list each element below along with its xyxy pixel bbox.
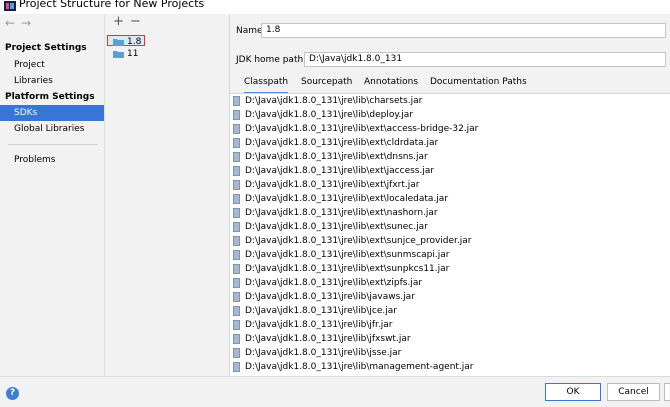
sdk-detail-panel: Name: 1.8 JDK home path: D:\Java\jdk1.8.… [229, 14, 670, 377]
nav-item-global-libraries[interactable]: Global Libraries [0, 121, 104, 137]
title-bar: Project Structure for New Projects [0, 0, 670, 14]
jar-icon [233, 277, 240, 288]
window-title: Project Structure for New Projects [19, 0, 205, 10]
classpath-list[interactable]: D:\Java\jdk1.8.0_131\jre\lib\charsets.ja… [230, 93, 670, 377]
jar-icon [233, 137, 240, 148]
list-item[interactable]: D:\Java\jdk1.8.0_131\jre\lib\ext\localed… [233, 192, 448, 207]
jar-icon [233, 319, 240, 330]
section-project-settings: Project Settings [5, 43, 87, 53]
jdk-home-path-field[interactable]: D:\Java\jdk1.8.0_131 [304, 52, 666, 67]
sdk-item-11[interactable]: 11 [107, 48, 225, 60]
list-item[interactable]: D:\Java\jdk1.8.0_131\jre\lib\deploy.jar [233, 108, 413, 123]
list-item[interactable]: D:\Java\jdk1.8.0_131\jre\lib\charsets.ja… [233, 94, 422, 109]
jar-icon [233, 193, 240, 204]
nav-arrows: ←→ [5, 16, 37, 30]
jar-icon [233, 249, 240, 260]
back-arrow-icon[interactable]: ← [5, 16, 21, 30]
remove-sdk-button[interactable]: − [130, 15, 141, 29]
jdk-home-path-label: JDK home path: [236, 55, 307, 65]
list-item[interactable]: D:\Java\jdk1.8.0_131\jre\lib\jsse.jar [233, 346, 401, 361]
jar-icon [233, 235, 240, 246]
tab-documentation-paths[interactable]: Documentation Paths [430, 74, 527, 92]
sdk-item-label: 11 [127, 49, 139, 59]
forward-arrow-icon[interactable]: → [21, 16, 37, 30]
tab-sourcepath[interactable]: Sourcepath [301, 74, 352, 92]
jar-icon [233, 263, 240, 274]
left-nav: ←→ Project Settings Project Libraries Pl… [0, 14, 104, 376]
dialog-footer: ? OK Cancel [0, 376, 670, 407]
ok-button[interactable]: OK [545, 383, 601, 401]
jar-icon [233, 109, 240, 120]
list-item[interactable]: D:\Java\jdk1.8.0_131\jre\lib\jce.jar [233, 304, 397, 319]
list-item[interactable]: D:\Java\jdk1.8.0_131\jre\lib\ext\sunmsca… [233, 248, 449, 263]
tab-classpath[interactable]: Classpath [244, 74, 289, 94]
list-item[interactable]: D:\Java\jdk1.8.0_131\jre\lib\jfr.jar [233, 318, 393, 333]
jar-icon [233, 207, 240, 218]
list-item[interactable]: D:\Java\jdk1.8.0_131\jre\lib\ext\sunpkcs… [233, 262, 449, 277]
sdk-list-panel: + − 1.8 11 [104, 14, 230, 376]
cancel-button[interactable]: Cancel [607, 383, 660, 401]
list-item[interactable]: D:\Java\jdk1.8.0_131\jre\lib\ext\cldrdat… [233, 136, 438, 151]
list-item[interactable]: D:\Java\jdk1.8.0_131\jre\lib\management-… [233, 360, 474, 375]
jar-icon [233, 179, 240, 190]
jar-icon [233, 361, 240, 372]
section-platform-settings: Platform Settings [5, 92, 95, 102]
nav-item-project[interactable]: Project [0, 57, 104, 73]
list-item[interactable]: D:\Java\jdk1.8.0_131\jre\lib\ext\nashorn… [233, 206, 438, 221]
jar-icon [233, 347, 240, 358]
list-item[interactable]: D:\Java\jdk1.8.0_131\jre\lib\ext\jfxrt.j… [233, 178, 419, 193]
list-item[interactable]: D:\Java\jdk1.8.0_131\jre\lib\ext\sunec.j… [233, 220, 428, 235]
jdk-folder-icon [113, 38, 124, 46]
add-sdk-button[interactable]: + [113, 15, 124, 29]
list-item[interactable]: D:\Java\jdk1.8.0_131\jre\lib\ext\sunjce_… [233, 234, 472, 249]
sdk-item-label: 1.8 [127, 37, 142, 47]
tab-annotations[interactable]: Annotations [364, 74, 418, 92]
jar-icon [233, 333, 240, 344]
list-item[interactable]: D:\Java\jdk1.8.0_131\jre\lib\jfxswt.jar [233, 332, 411, 347]
sdk-name-field[interactable]: 1.8 [261, 23, 666, 38]
apply-button-partial[interactable] [664, 383, 670, 401]
jar-icon [233, 151, 240, 162]
nav-item-problems[interactable]: Problems [0, 152, 104, 168]
jar-icon [233, 291, 240, 302]
list-item[interactable]: D:\Java\jdk1.8.0_131\jre\lib\ext\dnsns.j… [233, 150, 428, 165]
jar-icon [233, 221, 240, 232]
help-icon[interactable]: ? [6, 387, 19, 400]
list-item[interactable]: D:\Java\jdk1.8.0_131\jre\lib\javaws.jar [233, 290, 415, 305]
sdk-item-1-8[interactable]: 1.8 [107, 35, 145, 47]
nav-item-sdks[interactable]: SDKs [0, 105, 104, 121]
intellij-app-icon [4, 1, 16, 11]
nav-item-libraries[interactable]: Libraries [0, 73, 104, 89]
jar-icon [233, 123, 240, 134]
list-item[interactable]: D:\Java\jdk1.8.0_131\jre\lib\ext\jaccess… [233, 164, 434, 179]
jar-icon [233, 95, 240, 106]
jar-icon [233, 305, 240, 316]
jdk-folder-icon [113, 50, 124, 58]
nav-divider [8, 144, 98, 145]
jar-icon [233, 165, 240, 176]
list-item[interactable]: D:\Java\jdk1.8.0_131\jre\lib\ext\zipfs.j… [233, 276, 422, 291]
list-item[interactable]: D:\Java\jdk1.8.0_131\jre\lib\ext\access-… [233, 122, 478, 137]
